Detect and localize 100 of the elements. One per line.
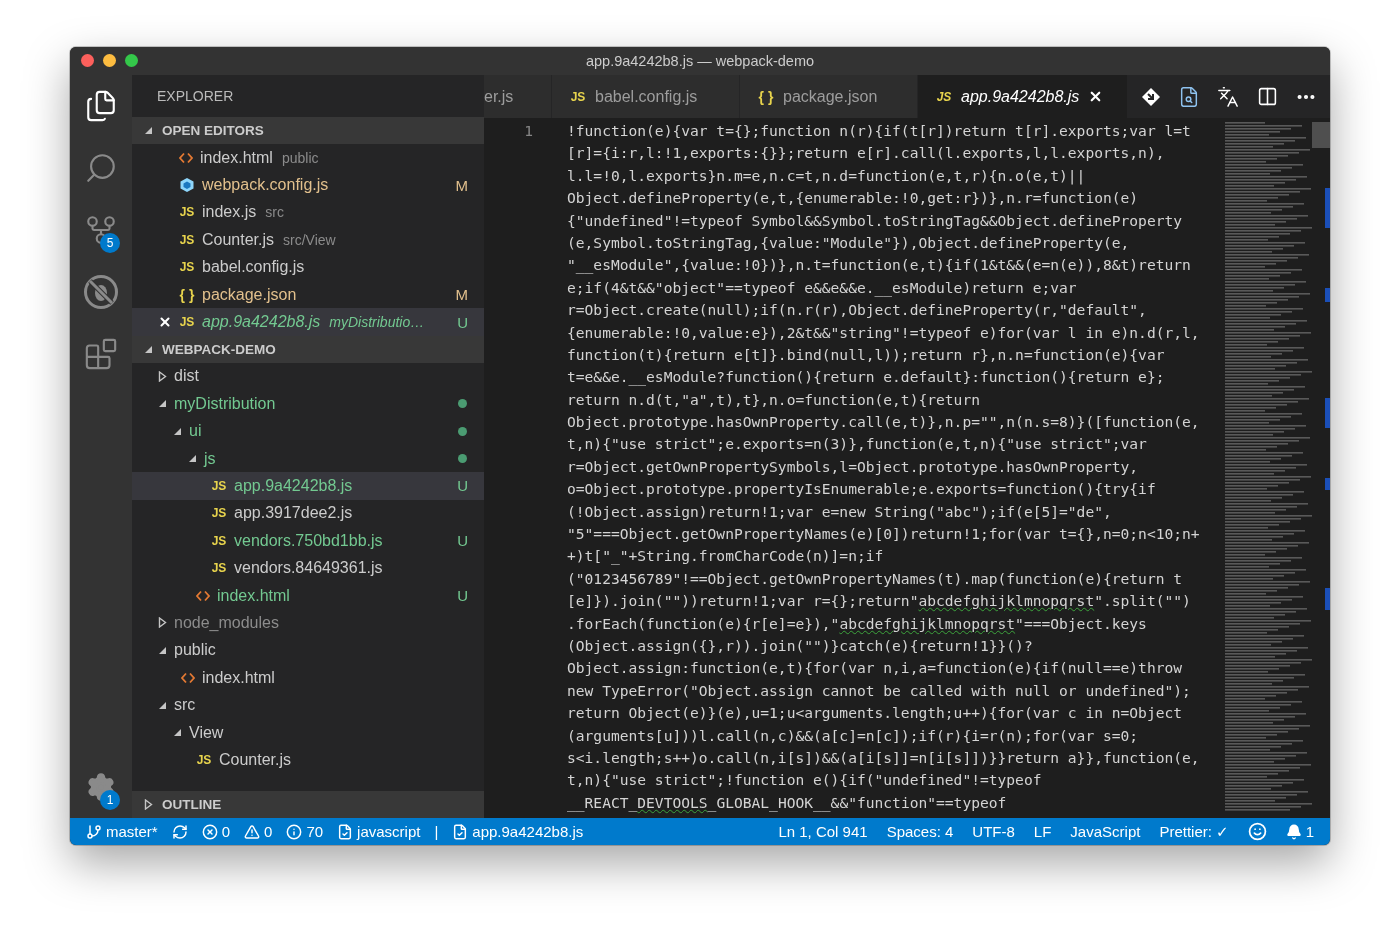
status-text[interactable]: app.9a4242b8.js bbox=[472, 823, 584, 840]
status-text[interactable]: Spaces: 4 bbox=[886, 823, 954, 840]
open-editor-row[interactable]: index.html public bbox=[132, 144, 484, 172]
open-editor-row[interactable]: JS babel.config.js bbox=[132, 253, 484, 281]
section-header[interactable]: WEBPACK-DEMO bbox=[132, 335, 484, 363]
count-badge: 1 bbox=[100, 790, 120, 810]
code-line: t=e&&e.__esModule?function(){return e.default}:function(){return e}; bbox=[567, 367, 1166, 388]
collapsed-arrow-icon[interactable] bbox=[158, 617, 167, 629]
editor-tab[interactable]: er.js bbox=[484, 75, 552, 118]
search-icon[interactable] bbox=[84, 151, 118, 185]
smiley-icon[interactable] bbox=[1247, 822, 1267, 841]
status-text[interactable]: LF bbox=[1033, 823, 1052, 840]
status-text[interactable]: | bbox=[434, 823, 439, 840]
section-header[interactable]: OPEN EDITORS bbox=[132, 117, 484, 144]
code-line: Object.prototype.hasOwnProperty.call(e,t)},n.p="",n(n.s=8)}([function(e, bbox=[567, 412, 1201, 433]
expanded-arrow-icon[interactable] bbox=[144, 344, 153, 354]
translate-icon[interactable] bbox=[1217, 85, 1240, 108]
code-line: return Object(e)}(e),u=1;u<arguments.length;u++){for(var c in n=Object bbox=[567, 703, 1184, 724]
extensions-icon[interactable] bbox=[84, 337, 118, 371]
js-file-icon: JS bbox=[211, 506, 227, 521]
open-editor-row[interactable]: { } package.json M bbox=[132, 280, 484, 309]
editor-tab[interactable]: JS babel.config.js bbox=[552, 75, 740, 118]
collapsed-arrow-icon[interactable] bbox=[144, 799, 153, 810]
expanded-arrow-icon[interactable] bbox=[158, 399, 167, 409]
editor-tab[interactable]: { } package.json bbox=[740, 75, 918, 118]
status-text[interactable]: 0 bbox=[221, 823, 231, 840]
open-editor-row[interactable]: webpack.config.js M bbox=[132, 171, 484, 199]
status-text[interactable]: Ln 1, Col 941 bbox=[778, 823, 868, 840]
status-text[interactable]: 70 bbox=[306, 823, 324, 840]
close-icon[interactable] bbox=[158, 315, 172, 330]
folder-row[interactable]: myDistribution bbox=[132, 390, 484, 418]
code-line: [e]}).join(""))return!1;var r={};return"abcdefghijklmnopqrst".split("") bbox=[567, 591, 1192, 612]
folder-row[interactable]: public bbox=[132, 636, 484, 665]
file-row[interactable]: JS app.9a4242b8.js U bbox=[132, 472, 484, 500]
js-file-icon: JS bbox=[211, 533, 227, 548]
notification-bell-icon[interactable] bbox=[1285, 823, 1302, 840]
folder-row[interactable]: dist bbox=[132, 362, 484, 391]
folder-row[interactable]: ui bbox=[132, 417, 484, 445]
status-text[interactable]: master* bbox=[106, 823, 158, 840]
code-line: (arguments[u]))l.call(n,c)&&(a[c]=n[c]);if(r){i=r(n);for(var s=0; bbox=[567, 725, 1140, 746]
section-title: WEBPACK-DEMO bbox=[162, 341, 276, 357]
git-status-label: U bbox=[457, 477, 468, 495]
git-status-label: M bbox=[455, 176, 468, 194]
folder-row[interactable]: src bbox=[132, 691, 484, 719]
file-row[interactable]: JS vendors.84649361.js bbox=[132, 554, 484, 582]
expanded-arrow-icon[interactable] bbox=[158, 645, 167, 655]
status-text[interactable]: javascript bbox=[357, 823, 421, 840]
status-text[interactable]: UTF-8 bbox=[972, 823, 1015, 840]
file-row[interactable]: JS app.3917dee2.js bbox=[132, 499, 484, 528]
line-number: 1 bbox=[524, 122, 533, 139]
file-path: myDistributio… bbox=[329, 314, 425, 331]
file-row[interactable]: index.html U bbox=[132, 581, 484, 610]
folder-row[interactable]: node_modules bbox=[132, 609, 484, 637]
open-editor-row[interactable]: JS index.js src bbox=[132, 198, 484, 227]
git-status-label: U bbox=[457, 313, 468, 331]
split-editor-icon[interactable] bbox=[1256, 86, 1278, 107]
js-file-icon: JS bbox=[936, 89, 952, 104]
folder-row[interactable]: js bbox=[132, 444, 484, 473]
code-line: t,n){"use strict";e.exports=n(3)},function(e,t,n){"use strict";var bbox=[567, 434, 1148, 455]
status-text[interactable]: Prettier: ✓ bbox=[1159, 822, 1229, 841]
files-icon[interactable] bbox=[84, 89, 118, 123]
js-file-icon: JS bbox=[179, 205, 195, 220]
section-header[interactable]: OUTLINE bbox=[132, 791, 484, 818]
editor-tab[interactable]: JS app.9a4242b8.js bbox=[918, 75, 1128, 118]
folder-name: View bbox=[189, 723, 224, 742]
code-line: .forEach(function(e){r[e]=e}),"abcdefghijklmnopqrst"===Object.keys bbox=[567, 613, 1148, 634]
js-file-icon: JS bbox=[179, 315, 195, 330]
file-name: app.9a4242b8.js bbox=[202, 313, 321, 332]
expanded-arrow-icon[interactable] bbox=[173, 426, 182, 436]
sidebar-title: EXPLORER bbox=[157, 88, 234, 104]
expanded-arrow-icon[interactable] bbox=[188, 454, 197, 464]
file-name: index.html bbox=[200, 148, 273, 167]
expanded-arrow-icon[interactable] bbox=[158, 700, 167, 710]
source-control-icon[interactable] bbox=[84, 213, 118, 247]
code-line: +)t["_"+String.fromCharCode(n)]=n;if bbox=[567, 546, 885, 567]
expanded-arrow-icon[interactable] bbox=[173, 728, 182, 737]
collapsed-arrow-icon[interactable] bbox=[158, 370, 167, 382]
file-row[interactable]: JS vendors.750bd1bb.js U bbox=[132, 527, 484, 555]
folder-name: js bbox=[204, 449, 216, 468]
js-file-icon: JS bbox=[179, 260, 195, 275]
status-text[interactable]: 0 bbox=[264, 823, 273, 840]
diamond-arrow-icon[interactable] bbox=[1140, 86, 1161, 107]
file-row[interactable]: index.html bbox=[132, 664, 484, 692]
close-window-button[interactable] bbox=[81, 54, 94, 67]
open-editor-row[interactable]: JS app.9a4242b8.js myDistributio… U bbox=[132, 308, 484, 336]
js-file-icon: JS bbox=[211, 479, 227, 493]
status-text[interactable]: 1 bbox=[1305, 823, 1314, 840]
code-line: "__esModule",{value:!0})},n.t=function(e,t){if(1&t&&(e=n(e)),8&t)return bbox=[567, 255, 1192, 276]
folder-row[interactable]: View bbox=[132, 718, 484, 747]
zoom-window-button[interactable] bbox=[125, 54, 138, 67]
folder-name: public bbox=[174, 641, 216, 660]
code-line: r=Object.getOwnPropertySymbols,l=Object.prototype.hasOwnProperty, bbox=[567, 456, 1140, 477]
open-editor-row[interactable]: JS Counter.js src/View bbox=[132, 226, 484, 254]
expanded-arrow-icon[interactable] bbox=[144, 126, 153, 135]
sync-icon[interactable] bbox=[171, 823, 188, 840]
file-name: Counter.js bbox=[202, 230, 275, 249]
file-row[interactable]: JS Counter.js bbox=[132, 746, 484, 774]
code-line: {"undefined"!=typeof Symbol&&Symbol.toStringTag&&Object.defineProperty bbox=[567, 210, 1184, 231]
minimize-window-button[interactable] bbox=[103, 54, 116, 67]
status-text[interactable]: JavaScript bbox=[1070, 823, 1141, 840]
